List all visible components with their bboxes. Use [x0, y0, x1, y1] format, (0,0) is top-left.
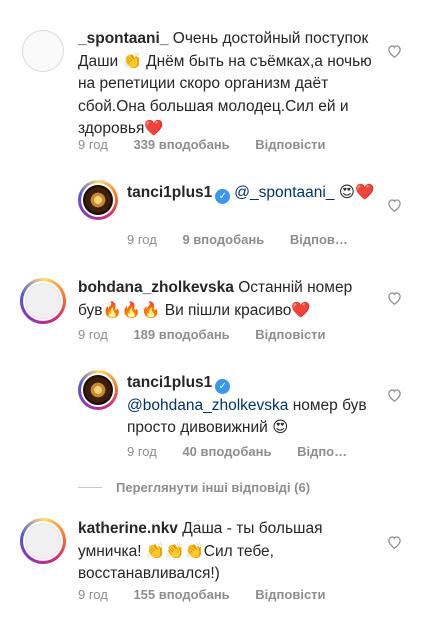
timestamp: 9 год: [78, 327, 108, 342]
comment-text: tanci1plus1 ✓ @_spontaani_ 😍❤️: [127, 182, 377, 205]
likes-count[interactable]: 9 вподобань: [182, 232, 264, 247]
timestamp: 9 год: [78, 137, 108, 152]
username[interactable]: tanci1plus1: [127, 374, 212, 391]
verified-badge-icon: ✓: [215, 189, 231, 204]
comment-meta: 9 год 40 вподобань Відпо…: [127, 444, 347, 459]
reply-button[interactable]: Відповісти: [255, 137, 325, 152]
reply-button[interactable]: Відповісти: [255, 327, 325, 342]
like-heart-icon[interactable]: [387, 198, 402, 212]
timestamp: 9 год: [127, 232, 157, 247]
comment-text: katherine.nkv Даша - ты большая умничка!…: [78, 518, 373, 586]
avatar[interactable]: [78, 180, 118, 220]
avatar[interactable]: [22, 30, 64, 72]
verified-badge-icon: ✓: [215, 379, 231, 394]
username[interactable]: tanci1plus1: [127, 184, 212, 201]
comment-text: tanci1plus1 ✓@bohdana_zholkevska номер бу…: [127, 372, 377, 440]
comment-text: _spontaani_ Очень достойный поступок Даш…: [78, 28, 373, 141]
reply-button[interactable]: Відпов…: [290, 232, 348, 247]
comment-body: 😍❤️: [338, 184, 375, 201]
likes-count[interactable]: 339 вподобань: [133, 137, 229, 152]
likes-count[interactable]: 189 вподобань: [133, 327, 229, 342]
avatar[interactable]: [20, 518, 66, 564]
avatar[interactable]: [20, 278, 66, 324]
comment-meta: 9 год 339 вподобань Відповісти: [78, 137, 326, 152]
reply-button[interactable]: Відповісти: [255, 587, 325, 602]
comment-meta: 9 год 155 вподобань Відповісти: [78, 587, 326, 602]
reply-button[interactable]: Відпо…: [297, 444, 347, 459]
like-heart-icon[interactable]: [387, 291, 402, 305]
username[interactable]: _spontaani_: [78, 30, 168, 47]
like-heart-icon[interactable]: [387, 388, 402, 402]
avatar[interactable]: [78, 370, 118, 410]
like-heart-icon[interactable]: [387, 535, 402, 549]
username[interactable]: bohdana_zholkevska: [78, 279, 234, 296]
view-replies-label: Переглянути інші відповіді (6): [116, 480, 311, 495]
timestamp: 9 год: [127, 444, 157, 459]
view-more-replies-button[interactable]: Переглянути інші відповіді (6): [78, 480, 310, 495]
mention[interactable]: @_spontaani_: [234, 184, 334, 201]
timestamp: 9 год: [78, 587, 108, 602]
divider-line: [78, 487, 102, 488]
likes-count[interactable]: 40 вподобань: [182, 444, 271, 459]
comment-meta: 9 год 189 вподобань Відповісти: [78, 327, 326, 342]
comment-text: bohdana_zholkevska Останній номер був🔥🔥🔥…: [78, 277, 373, 322]
username[interactable]: katherine.nkv: [78, 520, 178, 537]
comment-meta: 9 год 9 вподобань Відпов…: [127, 232, 348, 247]
likes-count[interactable]: 155 вподобань: [133, 587, 229, 602]
mention[interactable]: @bohdana_zholkevska: [127, 397, 288, 414]
like-heart-icon[interactable]: [387, 44, 402, 58]
